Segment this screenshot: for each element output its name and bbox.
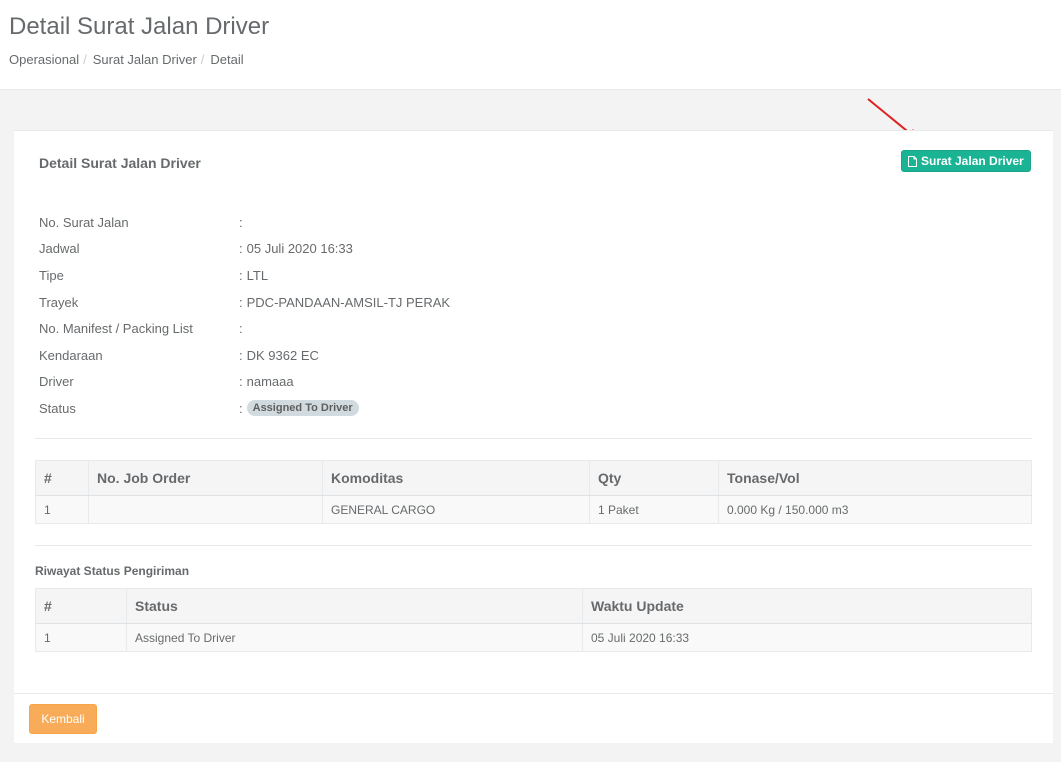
table-cell: [88, 495, 323, 524]
field-tipe: Tipe: LTL: [39, 267, 269, 283]
field-status: Status: Assigned To Driver: [39, 395, 450, 422]
table-row: 1 GENERAL CARGO 1 Paket 0.000 Kg / 150.0…: [35, 495, 1032, 524]
field-driver: Driver: namaaa: [39, 374, 294, 390]
history-table: # Status Waktu Update 1 Assigned To Driv…: [35, 588, 1032, 652]
field-value: namaaa: [246, 374, 294, 390]
job-order-table: # No. Job Order Komoditas Qty Tonase/Vol…: [35, 460, 1032, 524]
field-value: 05 Juli 2020 16:33: [246, 241, 353, 257]
field-label: Kendaraan: [39, 347, 103, 363]
field-label: No. Manifest / Packing List: [39, 321, 193, 337]
field-label: Tipe: [39, 267, 64, 283]
panel-footer: Kembali: [14, 693, 1053, 743]
field-label: Trayek: [39, 294, 79, 310]
column-header: Qty: [589, 460, 719, 496]
back-button[interactable]: Kembali: [29, 704, 97, 734]
print-surat-jalan-button[interactable]: Surat Jalan Driver: [901, 150, 1031, 172]
column-header: Status: [126, 588, 583, 624]
column-header: Komoditas: [322, 460, 590, 496]
detail-info: No. Surat Jalan: Jadwal:05 Juli 2020 16:…: [39, 209, 450, 422]
table-cell: 1: [35, 623, 127, 652]
field-value: DK 9362 EC: [246, 347, 319, 363]
divider: [35, 438, 1032, 439]
field-no-manifest: No. Manifest / Packing List:: [39, 321, 243, 337]
table-cell: 1 Paket: [589, 495, 719, 524]
column-header: Waktu Update: [582, 588, 1032, 624]
file-icon: [908, 155, 917, 167]
field-label: Driver: [39, 374, 74, 390]
table-cell: GENERAL CARGO: [322, 495, 590, 524]
divider: [35, 545, 1032, 546]
print-surat-jalan-label: Surat Jalan Driver: [921, 154, 1024, 168]
table-header-row: # No. Job Order Komoditas Qty Tonase/Vol: [35, 460, 1032, 496]
breadcrumb-operasional[interactable]: Operasional: [9, 52, 79, 67]
field-value: PDC-PANDAAN-AMSIL-TJ PERAK: [246, 294, 451, 310]
field-kendaraan: Kendaraan: DK 9362 EC: [39, 347, 319, 363]
panel-title: Detail Surat Jalan Driver: [39, 155, 201, 171]
column-header: Tonase/Vol: [718, 460, 1032, 496]
column-header: No. Job Order: [88, 460, 323, 496]
table-row: 1 Assigned To Driver 05 Juli 2020 16:33: [35, 623, 1032, 652]
table-cell: 0.000 Kg / 150.000 m3: [718, 495, 1032, 524]
page-header: Detail Surat Jalan Driver Operasional / S…: [0, 0, 1061, 90]
field-label: Jadwal: [39, 241, 80, 257]
status-badge: Assigned To Driver: [246, 400, 359, 417]
history-title: Riwayat Status Pengiriman: [35, 564, 190, 578]
breadcrumb-detail: Detail: [210, 52, 244, 67]
table-header-row: # Status Waktu Update: [35, 588, 1032, 624]
breadcrumb-surat-jalan-driver[interactable]: Surat Jalan Driver: [93, 52, 197, 67]
column-header: #: [35, 588, 127, 624]
field-jadwal: Jadwal:05 Juli 2020 16:33: [39, 241, 353, 257]
page-title: Detail Surat Jalan Driver: [9, 13, 270, 40]
table-cell: 05 Juli 2020 16:33: [582, 623, 1032, 652]
field-trayek: Trayek: PDC-PANDAAN-AMSIL-TJ PERAK: [39, 294, 451, 310]
field-value: LTL: [246, 267, 269, 283]
field-no-surat-jalan: No. Surat Jalan:: [39, 214, 243, 230]
field-label: No. Surat Jalan: [39, 214, 129, 230]
table-cell: Assigned To Driver: [126, 623, 583, 652]
column-header: #: [35, 460, 89, 496]
detail-panel: Detail Surat Jalan Driver Surat Jalan Dr…: [14, 130, 1053, 693]
breadcrumb: Operasional / Surat Jalan Driver / Detail: [9, 52, 244, 67]
table-cell: 1: [35, 495, 89, 524]
field-label: Status: [39, 400, 76, 416]
